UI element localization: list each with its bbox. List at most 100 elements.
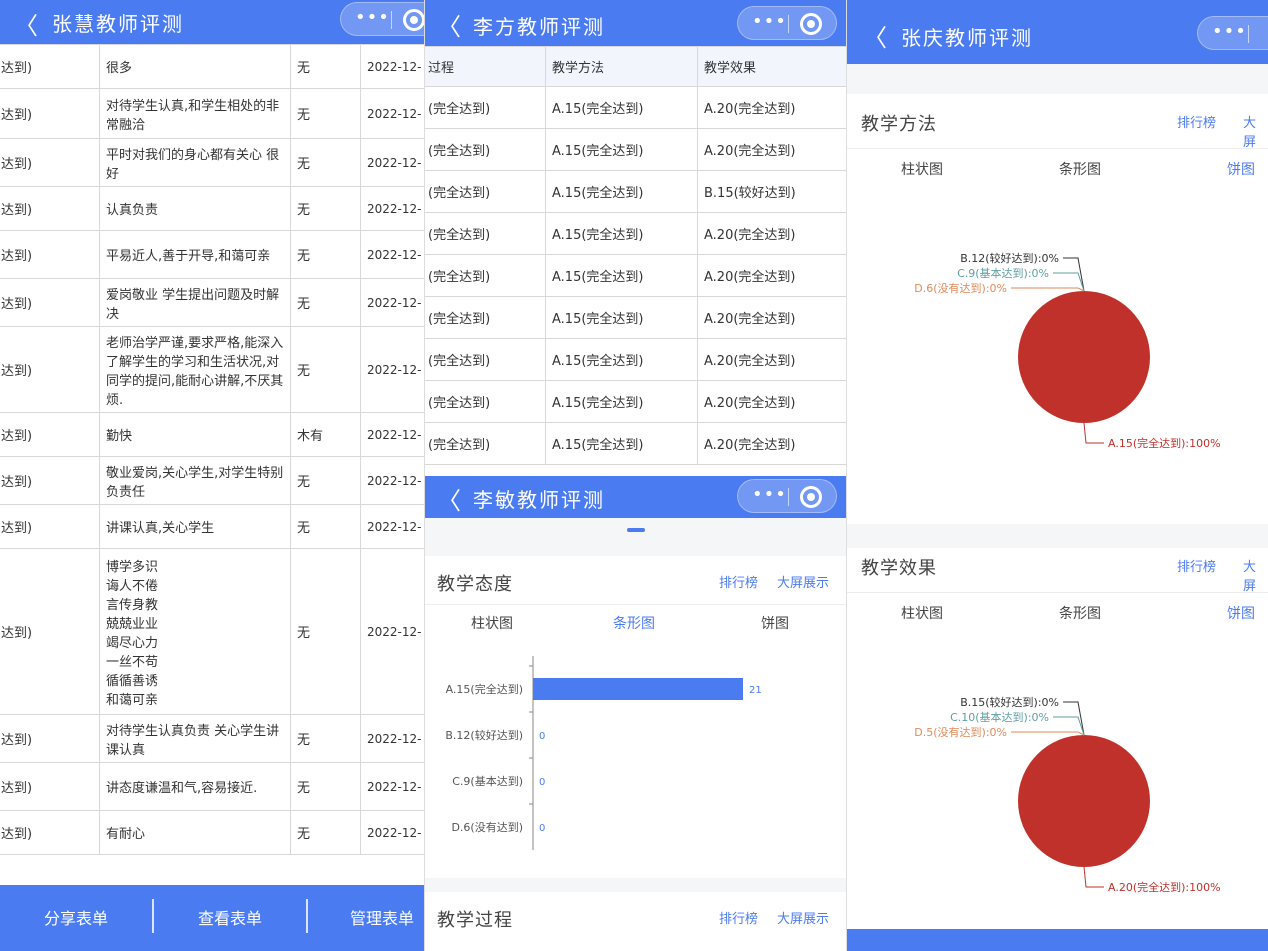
table-cell: 无 [290,456,361,505]
pie-label: C.10(基本达到):0% [950,710,1049,724]
tab-column-chart[interactable]: 柱状图 [901,159,943,179]
mid-bottom-header: 〈 李敏教师评测 ••• [425,476,846,518]
table-row: 达到) 平时对我们的身心都有关心 很好无 2022-12- [0,138,424,187]
value-label: 0 [539,823,545,834]
tab-pie-chart[interactable]: 饼图 [761,613,789,633]
back-icon[interactable]: 〈 [437,7,461,42]
table-cell: 达到) [0,762,100,811]
table-cell: 很多 [99,44,291,89]
tab-pie-chart[interactable]: 饼图 [1227,159,1255,179]
more-icon[interactable]: ••• [355,7,390,28]
table-cell: (完全达到) [425,128,546,171]
bigscreen-link[interactable]: 大屏 [1243,112,1268,150]
view-form-button[interactable]: 查看表单 [170,905,290,929]
back-icon[interactable]: 〈 [14,6,38,41]
tab-bar-chart[interactable]: 条形图 [1059,159,1101,179]
right-header: 〈 张庆教师评测 ••• [847,0,1268,64]
pie-label: A.20(完全达到):100% [1108,880,1221,894]
table-cell: 无 [290,230,361,279]
tab-pie-chart[interactable]: 饼图 [1227,603,1255,623]
rank-link[interactable]: 排行榜 [1177,112,1216,131]
table-cell: 讲态度谦温和气,容易接近. [99,762,291,811]
bigscreen-link[interactable]: 大屏 [1243,556,1268,594]
table-cell: 勤快 [99,412,291,457]
table-cell: 讲课认真,关心学生 [99,504,291,549]
close-miniapp-icon[interactable] [403,9,424,31]
table-cell: 达到) [0,278,100,327]
pie-label: A.15(完全达到):100% [1108,436,1221,450]
tab-column-chart[interactable]: 柱状图 [901,603,943,623]
table-row: (完全达到) A.15(完全达到) A.20(完全达到) [425,212,846,255]
more-icon[interactable]: ••• [752,11,787,32]
table-row: (完全达到) A.15(完全达到) A.20(完全达到) [425,254,846,297]
left-panel: 〈 张慧教师评测 ••• 达到) 很多无 2022-12- 达到) 对待学生认真,和学生… [0,0,424,951]
tab-column-chart[interactable]: 柱状图 [471,613,513,633]
table-cell: A.20(完全达到) [697,86,846,129]
table-cell: 达到) [0,810,100,855]
table-cell: A.20(完全达到) [697,212,846,255]
rank-link[interactable]: 排行榜 [719,572,758,591]
col-header: 教学方法 [545,46,698,87]
table-cell: 2022-12- [360,456,424,505]
table-cell: 无 [290,714,361,763]
table-row: 达到) 认真负责无 2022-12- [0,186,424,231]
table-cell: (完全达到) [425,422,546,465]
table-row: 达到) 对待学生认真负责 关心学生讲课认真无 2022-12- [0,714,424,763]
mid-top-header: 〈 李方教师评测 ••• [425,0,846,46]
section-title: 教学效果 [861,558,937,579]
back-icon[interactable]: 〈 [863,18,887,53]
more-icon[interactable]: ••• [752,484,787,505]
rank-link[interactable]: 排行榜 [719,908,758,927]
table-row: 达到) 有耐心无 2022-12- [0,810,424,855]
miniapp-capsule[interactable]: ••• [737,6,837,40]
page-title: 张慧教师评测 [52,12,184,36]
manage-form-button[interactable]: 管理表单 [322,905,424,929]
table-cell: A.20(完全达到) [697,128,846,171]
table-row: 达到) 老师治学严谨,要求严格,能深入了解学生的学习和生活状况,对同学的提问,能耐… [0,326,424,413]
table-cell: 2022-12- [360,278,424,327]
bottom-action-bar: 分享表单 查看表单 管理表单 [0,885,424,951]
pie-slice [1018,735,1150,867]
page-title: 李敏教师评测 [473,488,605,512]
effect-pie-chart: B.15(较好达到):0%C.10(基本达到):0%D.5(没有达到):0% A.… [914,695,1221,894]
table-cell: A.20(完全达到) [697,422,846,465]
page-title: 李方教师评测 [473,15,605,39]
pie-label: B.12(较好达到):0% [960,251,1059,265]
tab-bar-chart[interactable]: 条形图 [1059,603,1101,623]
table-cell: A.15(完全达到) [545,128,698,171]
table-cell: 爱岗敬业 学生提出问题及时解决 [99,278,291,327]
table-row: 达到) 讲课认真,关心学生无 2022-12- [0,504,424,549]
rank-link[interactable]: 排行榜 [1177,556,1216,575]
table-cell: 达到) [0,326,100,413]
table-cell: (完全达到) [425,86,546,129]
leader-line [1011,731,1085,736]
share-form-button[interactable]: 分享表单 [16,905,136,929]
table-cell: A.20(完全达到) [697,338,846,381]
value-label: 21 [749,685,762,696]
table-cell: (完全达到) [425,254,546,297]
close-miniapp-icon[interactable] [800,13,822,35]
table-cell: 有耐心 [99,810,291,855]
table-cell: A.20(完全达到) [697,296,846,339]
more-icon[interactable]: ••• [1212,21,1247,42]
back-icon[interactable]: 〈 [437,481,461,516]
close-miniapp-icon[interactable] [800,486,822,508]
bigscreen-link[interactable]: 大屏展示 [777,572,829,591]
table-cell: 2022-12- [360,186,424,231]
table-row: (完全达到) A.15(完全达到) B.15(较好达到) [425,170,846,213]
miniapp-capsule[interactable]: ••• [340,2,424,36]
table-cell: 达到) [0,138,100,187]
miniapp-capsule[interactable]: ••• [737,479,837,513]
table-cell: 2022-12- [360,88,424,139]
bigscreen-link[interactable]: 大屏展示 [777,908,829,927]
pie-label: B.15(较好达到):0% [960,695,1059,709]
table-cell: 达到) [0,456,100,505]
table-cell: A.15(完全达到) [545,212,698,255]
table-cell: 2022-12- [360,762,424,811]
miniapp-capsule[interactable]: ••• [1197,16,1268,50]
tab-bar-chart[interactable]: 条形图 [613,613,655,633]
page-title: 张庆教师评测 [901,26,1033,50]
table-cell: 2022-12- [360,504,424,549]
chart-tabs: 柱状图 条形图 饼图 [425,604,846,640]
table-cell: 2022-12- [360,412,424,457]
